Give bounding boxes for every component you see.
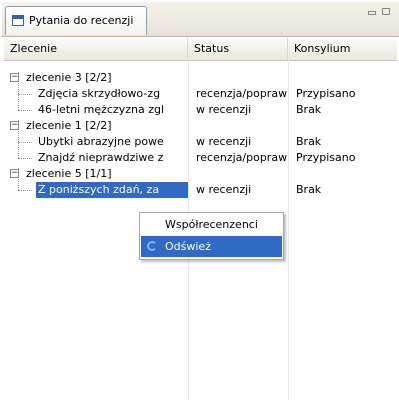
table-row[interactable]: Ubytki abrazyjne powe w recenzji Brak (4, 134, 397, 150)
group-label: zlecenie 3 [2/2] (26, 71, 112, 84)
row-status: w recenzji (196, 183, 252, 196)
row-name: 46-letni mężczyzna zgl (38, 103, 165, 116)
row-status: w recenzji (196, 135, 252, 148)
menu-item-label: Odśwież (165, 240, 211, 253)
column-header-status[interactable]: Status (188, 38, 288, 60)
row-konsylium: Przypisano (296, 151, 356, 164)
column-header-zlecenie[interactable]: Zlecenie (4, 38, 188, 60)
menu-item-refresh[interactable]: Odśwież (141, 236, 282, 257)
maximize-icon[interactable] (382, 8, 390, 15)
menu-item-co-reviewers[interactable]: Współrecenzenci (141, 214, 282, 235)
row-name: Ubytki abrazyjne powe (38, 135, 164, 148)
row-status: recenzja/poprawk (196, 151, 288, 164)
review-questions-panel: Pytania do recenzji Zlecenie Status Kons… (2, 2, 399, 407)
table-row-group[interactable]: − zlecenie 1 [2/2] (4, 118, 397, 134)
row-konsylium: Brak (296, 183, 322, 196)
row-name: Znajdź nieprawdziwe z (38, 151, 164, 164)
collapse-icon[interactable]: − (10, 73, 19, 82)
tab-label: Pytania do recenzji (29, 14, 134, 27)
row-konsylium: Brak (296, 103, 322, 116)
collapse-icon[interactable]: − (10, 169, 19, 178)
row-konsylium: Brak (296, 135, 322, 148)
table-row[interactable]: Znajdź nieprawdziwe z recenzja/poprawk P… (4, 150, 397, 166)
table-row-selected[interactable]: Z poniższych zdań, za w recenzji Brak (4, 182, 397, 198)
column-header-konsylium[interactable]: Konsylium (288, 38, 397, 60)
table-row-group[interactable]: − zlecenie 5 [1/1] (4, 166, 397, 182)
collapse-icon[interactable]: − (10, 121, 19, 130)
tab-bar: Pytania do recenzji (2, 2, 399, 37)
row-name: Z poniższych zdań, za (36, 182, 188, 198)
minimize-icon[interactable] (368, 11, 376, 15)
row-name: Zdjęcia skrzydłowo-zg (38, 87, 161, 100)
row-konsylium: Przypisano (296, 87, 356, 100)
group-label: zlecenie 1 [2/2] (26, 119, 112, 132)
table-row-group[interactable]: − zlecenie 3 [2/2] (4, 70, 397, 86)
menu-item-label: Współrecenzenci (165, 218, 258, 231)
tab-review-questions[interactable]: Pytania do recenzji (5, 6, 147, 35)
table-row[interactable]: 46-letni mężczyzna zgl w recenzji Brak (4, 102, 397, 118)
row-status: recenzja/poprawk (196, 87, 288, 100)
table-row[interactable]: Zdjęcia skrzydłowo-zg recenzja/poprawk P… (4, 86, 397, 102)
context-menu: Współrecenzenci Odśwież (139, 212, 284, 260)
refresh-icon (147, 241, 157, 251)
table-header: Zlecenie Status Konsylium (4, 38, 397, 61)
row-status: w recenzji (196, 103, 252, 116)
window-icon (12, 15, 24, 26)
group-label: zlecenie 5 [1/1] (26, 167, 112, 180)
